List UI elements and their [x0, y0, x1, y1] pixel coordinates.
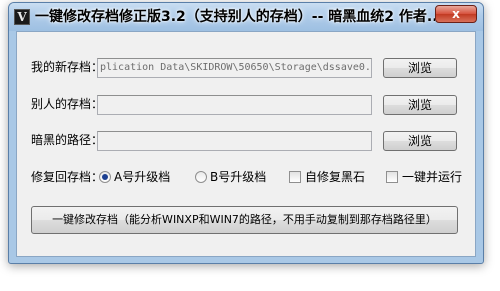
restore-save-label: 修复回存档：: [31, 170, 104, 184]
darksiders-path-field[interactable]: [97, 131, 372, 151]
auto-fix-blackstone-label[interactable]: 自修复黑石: [305, 169, 365, 185]
radio-b-label[interactable]: B号升级档: [210, 169, 266, 185]
radio-a-label[interactable]: A号升级档: [114, 169, 170, 185]
run-after-checkbox[interactable]: [386, 171, 398, 183]
browse-my-save-button[interactable]: 浏览: [383, 58, 457, 78]
app-icon[interactable]: Ⅴ: [14, 9, 30, 25]
client-area: 我的新存档： plication Data\SKIDROW\50650\Stor…: [16, 31, 476, 257]
radio-a-upgrade[interactable]: [99, 171, 111, 183]
radio-selected-dot: [102, 174, 108, 180]
close-icon: x: [452, 7, 460, 21]
darksiders-path-label: 暗黑的路径：: [31, 133, 104, 147]
modify-save-button[interactable]: 一键修改存档（能分析WINXP和WIN7的路径，不用手动复制到那存档路径里）: [31, 206, 458, 234]
radio-b-upgrade[interactable]: [195, 171, 207, 183]
others-save-label: 别人的存档：: [31, 97, 104, 111]
close-button[interactable]: x: [435, 5, 477, 23]
my-new-save-field[interactable]: plication Data\SKIDROW\50650\Storage\dss…: [97, 58, 372, 78]
title-bar[interactable]: Ⅴ 一键修改存档修正版3.2（支持别人的存档）-- 暗黑血统2 作者... x: [9, 3, 483, 31]
browse-path-button[interactable]: 浏览: [383, 131, 457, 151]
window-title: 一键修改存档修正版3.2（支持别人的存档）-- 暗黑血统2 作者...: [35, 9, 435, 25]
auto-fix-blackstone-checkbox[interactable]: [289, 171, 301, 183]
app-window: Ⅴ 一键修改存档修正版3.2（支持别人的存档）-- 暗黑血统2 作者... x …: [8, 2, 484, 264]
my-new-save-label: 我的新存档：: [31, 60, 104, 74]
browse-others-save-button[interactable]: 浏览: [383, 95, 457, 115]
others-save-field[interactable]: [97, 95, 372, 115]
run-after-label[interactable]: 一键并运行: [402, 169, 462, 185]
